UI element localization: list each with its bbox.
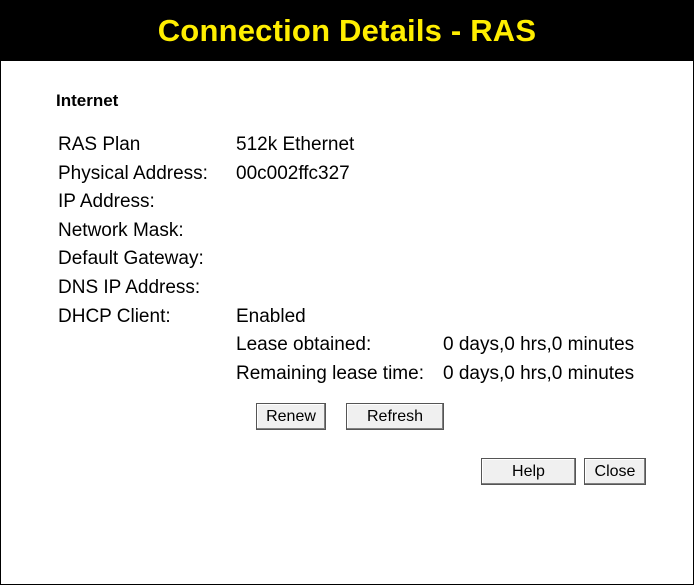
renew-button[interactable]: Renew: [256, 403, 326, 430]
field-label: DHCP Client:: [58, 306, 171, 327]
help-button[interactable]: Help: [481, 458, 576, 485]
lease-label: Remaining lease time:: [236, 363, 424, 384]
field-label: IP Address:: [58, 191, 155, 212]
refresh-button[interactable]: Refresh: [346, 403, 444, 430]
title-bar: Connection Details - RAS: [0, 0, 694, 61]
field-value: 512k Ethernet: [236, 134, 355, 155]
lease-value: 0 days,0 hrs,0 minutes: [443, 334, 635, 355]
field-label: RAS Plan: [58, 134, 141, 155]
lease-value: 0 days,0 hrs,0 minutes: [443, 363, 635, 384]
field-value: Enabled: [236, 306, 306, 327]
close-button[interactable]: Close: [584, 458, 646, 485]
page-title: Connection Details - RAS: [157, 12, 537, 48]
field-label: DNS IP Address:: [58, 277, 201, 298]
section-heading-internet: Internet: [56, 91, 119, 110]
field-label: Default Gateway:: [58, 248, 204, 269]
field-label: Physical Address:: [58, 163, 208, 184]
lease-label: Lease obtained:: [236, 334, 372, 355]
field-label: Network Mask:: [58, 220, 184, 241]
field-value: 00c002ffc327: [236, 163, 350, 184]
